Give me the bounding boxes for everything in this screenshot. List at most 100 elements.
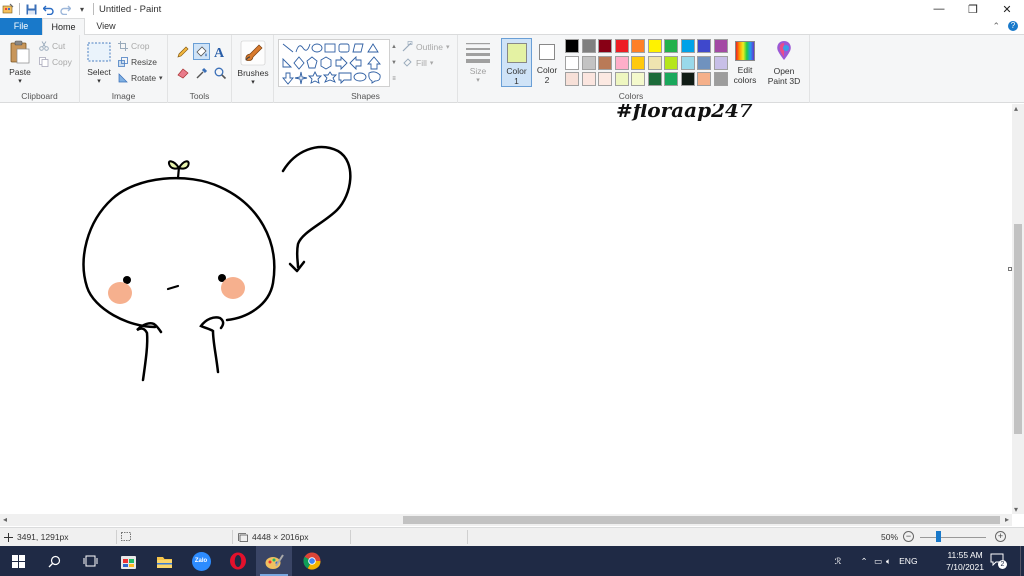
taskbar-zalo[interactable]: Zalo bbox=[183, 546, 219, 576]
taskbar-clock[interactable]: 11:55 AM 7/10/2021 bbox=[946, 549, 984, 573]
start-button[interactable] bbox=[0, 546, 36, 576]
zoom-slider-track[interactable] bbox=[920, 537, 986, 538]
rotate-button[interactable]: Rotate ▾ bbox=[118, 73, 163, 83]
fill-with-color-icon[interactable] bbox=[193, 43, 210, 60]
taskbar-paint[interactable] bbox=[256, 546, 292, 576]
restore-button[interactable]: ❐ bbox=[956, 0, 990, 18]
cut-button[interactable]: Cut bbox=[39, 41, 65, 51]
color-picker-icon[interactable] bbox=[195, 66, 209, 80]
minimize-button[interactable]: — bbox=[922, 0, 956, 18]
brushes-dropdown-icon[interactable]: ▾ bbox=[236, 78, 270, 88]
scroll-right-icon[interactable]: ▸ bbox=[1005, 515, 1009, 524]
outline-dropdown-icon[interactable]: ▾ bbox=[446, 43, 450, 51]
size-dropdown-icon[interactable]: ▾ bbox=[463, 76, 493, 86]
show-hidden-icons-icon[interactable]: ⌃ bbox=[858, 556, 870, 567]
palette-swatch[interactable] bbox=[631, 39, 645, 53]
paste-dropdown-icon[interactable]: ▾ bbox=[4, 77, 36, 87]
palette-swatch[interactable] bbox=[581, 55, 596, 70]
brushes-button[interactable]: Brushes ▾ bbox=[236, 38, 270, 86]
pencil-icon[interactable] bbox=[176, 45, 190, 59]
shapes-scroll[interactable]: ▲ ▼ ≡ bbox=[390, 39, 398, 87]
undo-icon[interactable] bbox=[42, 3, 54, 15]
palette-swatch[interactable] bbox=[647, 72, 662, 86]
eraser-icon[interactable] bbox=[176, 66, 190, 80]
redo-icon[interactable] bbox=[59, 3, 71, 15]
horizontal-scroll-thumb[interactable] bbox=[403, 516, 1000, 524]
vertical-scroll-thumb[interactable] bbox=[1014, 224, 1022, 434]
size-button[interactable]: Size ▾ bbox=[463, 39, 493, 87]
customize-qat-icon[interactable]: ▾ bbox=[76, 3, 88, 15]
palette-swatch[interactable] bbox=[581, 72, 596, 86]
palette-swatch[interactable] bbox=[680, 39, 695, 53]
taskbar-chrome[interactable] bbox=[294, 546, 330, 576]
zoom-slider-thumb[interactable] bbox=[935, 531, 941, 542]
tab-file[interactable]: File bbox=[0, 18, 42, 35]
select-button[interactable]: Select ▾ bbox=[84, 38, 114, 86]
palette-swatch[interactable] bbox=[680, 72, 695, 86]
close-button[interactable]: ✕ bbox=[990, 0, 1024, 18]
select-dropdown-icon[interactable]: ▾ bbox=[84, 77, 114, 87]
drawing-canvas[interactable]: #floraap247 bbox=[0, 104, 1012, 514]
collapse-ribbon-icon[interactable]: ⌃ bbox=[992, 21, 1000, 32]
palette-swatch[interactable] bbox=[614, 55, 629, 70]
palette-swatch[interactable] bbox=[713, 39, 728, 53]
tab-home[interactable]: Home bbox=[42, 18, 85, 36]
zoom-in-button[interactable]: + bbox=[995, 531, 1006, 542]
color1-button[interactable]: Color 1 bbox=[501, 38, 532, 87]
color2-button[interactable]: Color 2 bbox=[534, 38, 560, 87]
horizontal-scrollbar[interactable]: ◂ ▸ bbox=[0, 514, 1012, 526]
palette-swatch[interactable] bbox=[598, 39, 612, 53]
tab-view[interactable]: View bbox=[85, 18, 127, 35]
magnifier-icon[interactable] bbox=[213, 66, 227, 80]
fill-dropdown-icon[interactable]: ▾ bbox=[430, 59, 434, 67]
save-icon[interactable] bbox=[25, 3, 37, 15]
palette-swatch[interactable] bbox=[664, 39, 678, 53]
shapes-gallery[interactable] bbox=[278, 39, 390, 87]
palette-swatch[interactable] bbox=[581, 39, 596, 53]
palette-swatch[interactable] bbox=[697, 72, 711, 86]
palette-swatch[interactable] bbox=[680, 55, 695, 70]
vertical-scrollbar[interactable]: ▴ ▾ bbox=[1012, 104, 1024, 514]
palette-swatch[interactable] bbox=[631, 72, 645, 86]
palette-swatch[interactable] bbox=[713, 55, 728, 70]
scroll-up-icon[interactable]: ▴ bbox=[1014, 104, 1018, 113]
taskbar-file-explorer[interactable] bbox=[146, 546, 182, 576]
edit-colors-button[interactable]: Edit colors bbox=[732, 39, 758, 87]
copy-button[interactable]: Copy bbox=[39, 57, 72, 67]
zoom-out-button[interactable]: − bbox=[903, 531, 914, 542]
palette-swatch[interactable] bbox=[565, 39, 579, 53]
palette-swatch[interactable] bbox=[614, 39, 629, 53]
resize-button[interactable]: Resize bbox=[118, 57, 157, 67]
help-icon[interactable]: ? bbox=[1008, 21, 1018, 31]
notification-center-button[interactable]: 2 bbox=[990, 553, 1007, 569]
task-view-button[interactable] bbox=[72, 546, 108, 576]
battery-icon[interactable]: ▭ bbox=[874, 556, 882, 567]
people-icon[interactable]: ℛ bbox=[830, 556, 846, 567]
palette-swatch[interactable] bbox=[631, 55, 645, 70]
taskbar-opera[interactable] bbox=[220, 546, 256, 576]
palette-swatch[interactable] bbox=[565, 72, 579, 86]
fill-button[interactable]: Fill ▾ bbox=[402, 57, 433, 68]
show-desktop-button[interactable] bbox=[1020, 546, 1024, 576]
volume-icon[interactable]: 🔈︎ bbox=[886, 556, 891, 567]
palette-swatch[interactable] bbox=[565, 55, 579, 70]
palette-swatch[interactable] bbox=[713, 72, 728, 86]
palette-swatch[interactable] bbox=[598, 72, 612, 86]
scroll-left-icon[interactable]: ◂ bbox=[3, 515, 7, 524]
palette-swatch[interactable] bbox=[647, 55, 662, 70]
outline-button[interactable]: Outline ▾ bbox=[402, 41, 449, 52]
text-icon[interactable]: A bbox=[213, 45, 227, 59]
search-button[interactable] bbox=[36, 546, 72, 576]
palette-swatch[interactable] bbox=[697, 55, 711, 70]
crop-button[interactable]: Crop bbox=[118, 41, 149, 51]
language-indicator[interactable]: ENG bbox=[899, 556, 917, 566]
palette-swatch[interactable] bbox=[664, 55, 678, 70]
palette-swatch[interactable] bbox=[664, 72, 678, 86]
palette-swatch[interactable] bbox=[647, 39, 662, 53]
taskbar-app-store[interactable] bbox=[110, 546, 146, 576]
open-paint3d-button[interactable]: Open Paint 3D bbox=[764, 39, 804, 87]
palette-swatch[interactable] bbox=[614, 72, 629, 86]
palette-swatch[interactable] bbox=[697, 39, 711, 53]
palette-swatch[interactable] bbox=[598, 55, 612, 70]
paste-button[interactable]: Paste ▾ bbox=[4, 38, 36, 86]
